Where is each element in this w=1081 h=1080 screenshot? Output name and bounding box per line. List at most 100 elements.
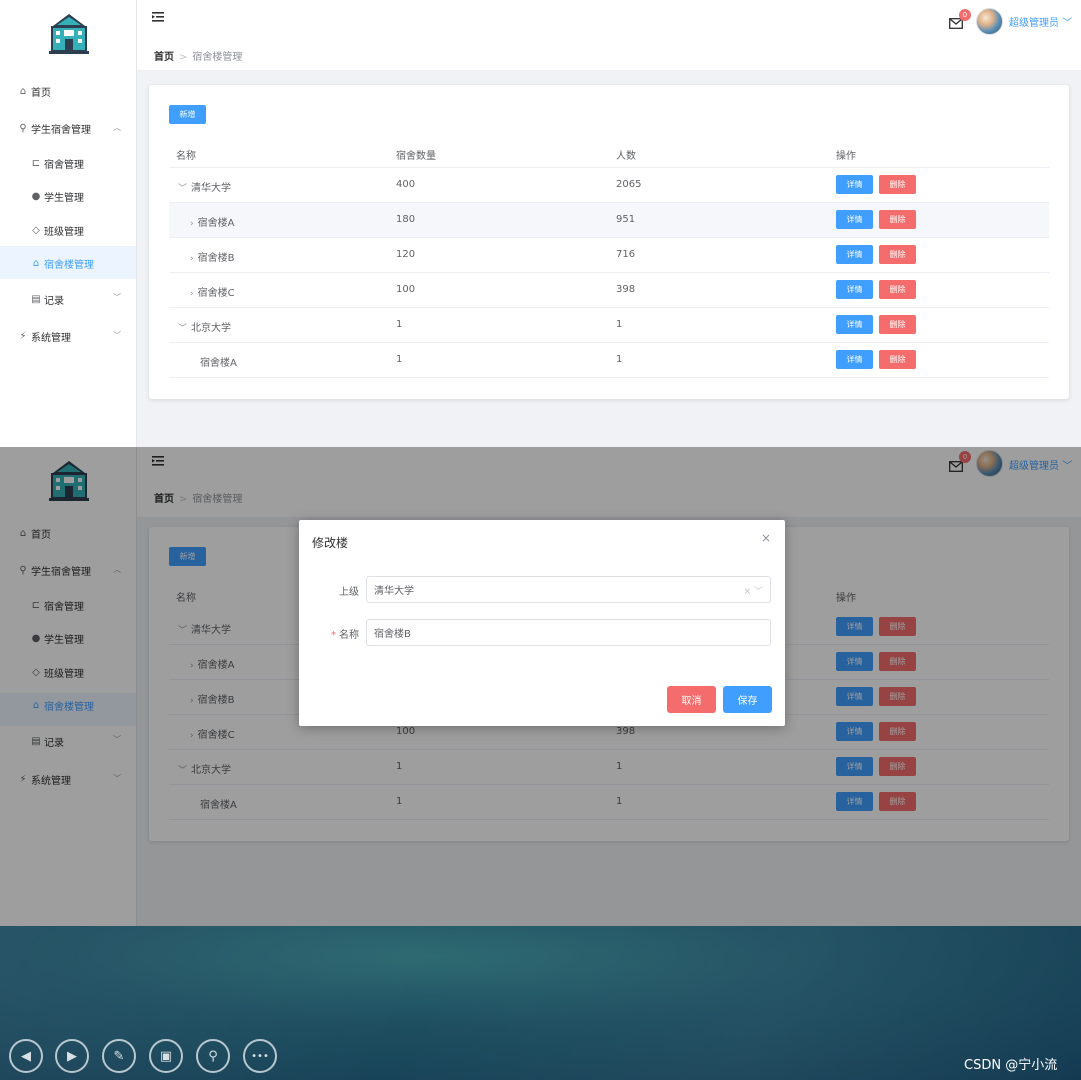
delete-button[interactable]: 删除 — [879, 315, 916, 334]
prev-slide-button[interactable]: ◀ — [9, 1039, 43, 1073]
row-people: 1 — [616, 319, 623, 330]
house-icon: ⌂ — [32, 257, 40, 269]
expand-icon[interactable]: › — [190, 254, 194, 264]
building-logo-icon — [49, 14, 89, 54]
username: 超级管理员 — [1009, 18, 1059, 29]
menu-item-home[interactable]: ⌂ 首页 — [17, 80, 51, 102]
next-slide-button[interactable]: ▶ — [55, 1039, 89, 1073]
parent-select[interactable]: 清华大学 × ﹀ — [366, 576, 771, 603]
row-rooms: 180 — [396, 214, 416, 225]
chevron-down-icon: ﹀ — [113, 293, 121, 302]
next-icon: ▶ — [67, 1048, 77, 1064]
expand-icon[interactable]: ﹀ — [178, 324, 187, 334]
menu-item-label: 班级管理 — [44, 226, 84, 238]
row-rooms: 400 — [396, 179, 416, 190]
column-header-rooms: 宿舍数量 — [396, 151, 436, 162]
detail-button[interactable]: 详情 — [836, 245, 873, 264]
chevron-up-icon: ︿ — [113, 123, 121, 132]
table-row[interactable]: ﹀ 北京大学 1 1 详情 删除 — [169, 308, 1049, 343]
row-name: 北京大学 — [191, 323, 232, 334]
save-button[interactable]: 保存 — [723, 686, 772, 713]
detail-button[interactable]: 详情 — [836, 315, 873, 334]
name-input[interactable]: 宿舍楼B — [366, 619, 771, 646]
menu-item-students[interactable]: ● 学生管理 — [30, 185, 84, 207]
screen-normal: ⌂ 首页 ⚲ 学生宿舍管理 ︿ ⊏ 宿舍管理 ● 学生管理 ◇ 班级管理 ⌂ 宿舍楼管理 ▤… — [0, 0, 1081, 447]
row-people: 2065 — [616, 179, 642, 190]
name-input-value: 宿舍楼B — [374, 629, 411, 640]
sidebar: ⌂ 首页 ⚲ 学生宿舍管理 ︿ ⊏ 宿舍管理 ● 学生管理 ◇ 班级管理 ⌂ 宿舍楼管理 ▤… — [0, 0, 137, 447]
row-name: 宿舍楼A — [197, 218, 235, 229]
table-row[interactable]: › 宿舍楼B 120 716 详情 删除 — [169, 238, 1049, 273]
delete-button[interactable]: 删除 — [879, 280, 916, 299]
slides-button[interactable]: ▣ — [149, 1039, 183, 1073]
edit-building-dialog: 修改楼 × 上级 清华大学 × ﹀ * 名称 宿舍楼B 取消 保存 — [299, 520, 785, 726]
notebook-icon: ▤ — [31, 293, 41, 305]
clear-icon[interactable]: × — [744, 587, 752, 597]
menu-item-label: 系统管理 — [31, 332, 71, 344]
chevron-down-icon: ﹀ — [1062, 18, 1073, 29]
close-icon[interactable]: × — [761, 531, 771, 545]
row-people: 716 — [616, 249, 636, 260]
parent-select-value: 清华大学 — [374, 586, 414, 597]
menu-item-buildings[interactable]: ⌂ 宿舍楼管理 — [30, 252, 94, 274]
row-rooms: 120 — [396, 249, 416, 260]
expand-icon[interactable]: ﹀ — [178, 184, 187, 194]
detail-button[interactable]: 详情 — [836, 350, 873, 369]
breadcrumb-current: 宿舍楼管理 — [192, 52, 243, 63]
row-people: 951 — [616, 214, 636, 225]
delete-button[interactable]: 删除 — [879, 175, 916, 194]
menu-item-system[interactable]: ⚡ 系统管理 — [17, 325, 71, 347]
menu-item-dorm-management[interactable]: ⚲ 学生宿舍管理 — [17, 117, 91, 139]
user-dropdown[interactable]: 超级管理员 ﹀ — [1009, 14, 1072, 29]
row-rooms: 1 — [396, 319, 403, 330]
add-button[interactable]: 新增 — [169, 105, 206, 124]
graduation-cap-icon: ◇ — [32, 224, 40, 236]
expand-icon[interactable]: › — [190, 219, 194, 229]
chevron-down-icon: ﹀ — [113, 331, 121, 340]
delete-button[interactable]: 删除 — [879, 245, 916, 264]
detail-button[interactable]: 详情 — [836, 175, 873, 194]
cancel-button[interactable]: 取消 — [667, 686, 716, 713]
dialog-title: 修改楼 — [312, 536, 349, 550]
name-label-text: 名称 — [339, 630, 359, 641]
menu-item-rooms[interactable]: ⊏ 宿舍管理 — [30, 152, 84, 174]
detail-button[interactable]: 详情 — [836, 210, 873, 229]
magnifier-icon: ⚲ — [208, 1048, 218, 1064]
row-name: 清华大学 — [191, 183, 232, 194]
row-name: 宿舍楼B — [197, 253, 235, 264]
menu-item-records[interactable]: ▤ 记录 — [30, 288, 64, 310]
parent-label: 上级 — [339, 587, 359, 598]
user-icon: ● — [31, 190, 41, 202]
avatar[interactable] — [976, 8, 1003, 35]
more-icon: ••• — [251, 1050, 269, 1062]
table-row[interactable]: ﹀ 清华大学 400 2065 详情 删除 — [169, 168, 1049, 203]
menu-fold-icon[interactable] — [152, 12, 164, 22]
lightning-icon: ⚡ — [19, 330, 27, 342]
delete-button[interactable]: 删除 — [879, 210, 916, 229]
delete-button[interactable]: 删除 — [879, 350, 916, 369]
menu-item-label: 学生宿舍管理 — [31, 124, 91, 136]
table-row[interactable]: 宿舍楼A 1 1 详情 删除 — [169, 343, 1049, 378]
menu-item-classes[interactable]: ◇ 班级管理 — [30, 219, 84, 241]
detail-button[interactable]: 详情 — [836, 280, 873, 299]
zoom-button[interactable]: ⚲ — [196, 1039, 230, 1073]
expand-icon[interactable]: › — [190, 289, 194, 299]
watermark: CSDN @宁小流 — [964, 1058, 1058, 1073]
breadcrumb-home[interactable]: 首页 — [154, 52, 174, 63]
row-name: 宿舍楼C — [197, 288, 235, 299]
notification-badge: 0 — [959, 9, 971, 21]
table-row[interactable]: › 宿舍楼A 180 951 详情 删除 — [169, 203, 1049, 238]
more-button[interactable]: ••• — [243, 1039, 277, 1073]
breadcrumb: 首页 > 宿舍楼管理 — [154, 52, 243, 63]
row-rooms: 1 — [396, 354, 403, 365]
pen-button[interactable]: ✎ — [102, 1039, 136, 1073]
menu-item-label: 宿舍管理 — [44, 159, 84, 171]
slides-icon: ▣ — [159, 1048, 173, 1064]
name-label: * 名称 — [331, 626, 359, 641]
column-header-people: 人数 — [616, 151, 636, 162]
column-header-name: 名称 — [176, 151, 196, 162]
required-mark: * — [331, 630, 336, 641]
pen-icon: ✎ — [113, 1048, 125, 1064]
paperclip-icon: ⚲ — [19, 122, 27, 134]
table-row[interactable]: › 宿舍楼C 100 398 详情 删除 — [169, 273, 1049, 308]
